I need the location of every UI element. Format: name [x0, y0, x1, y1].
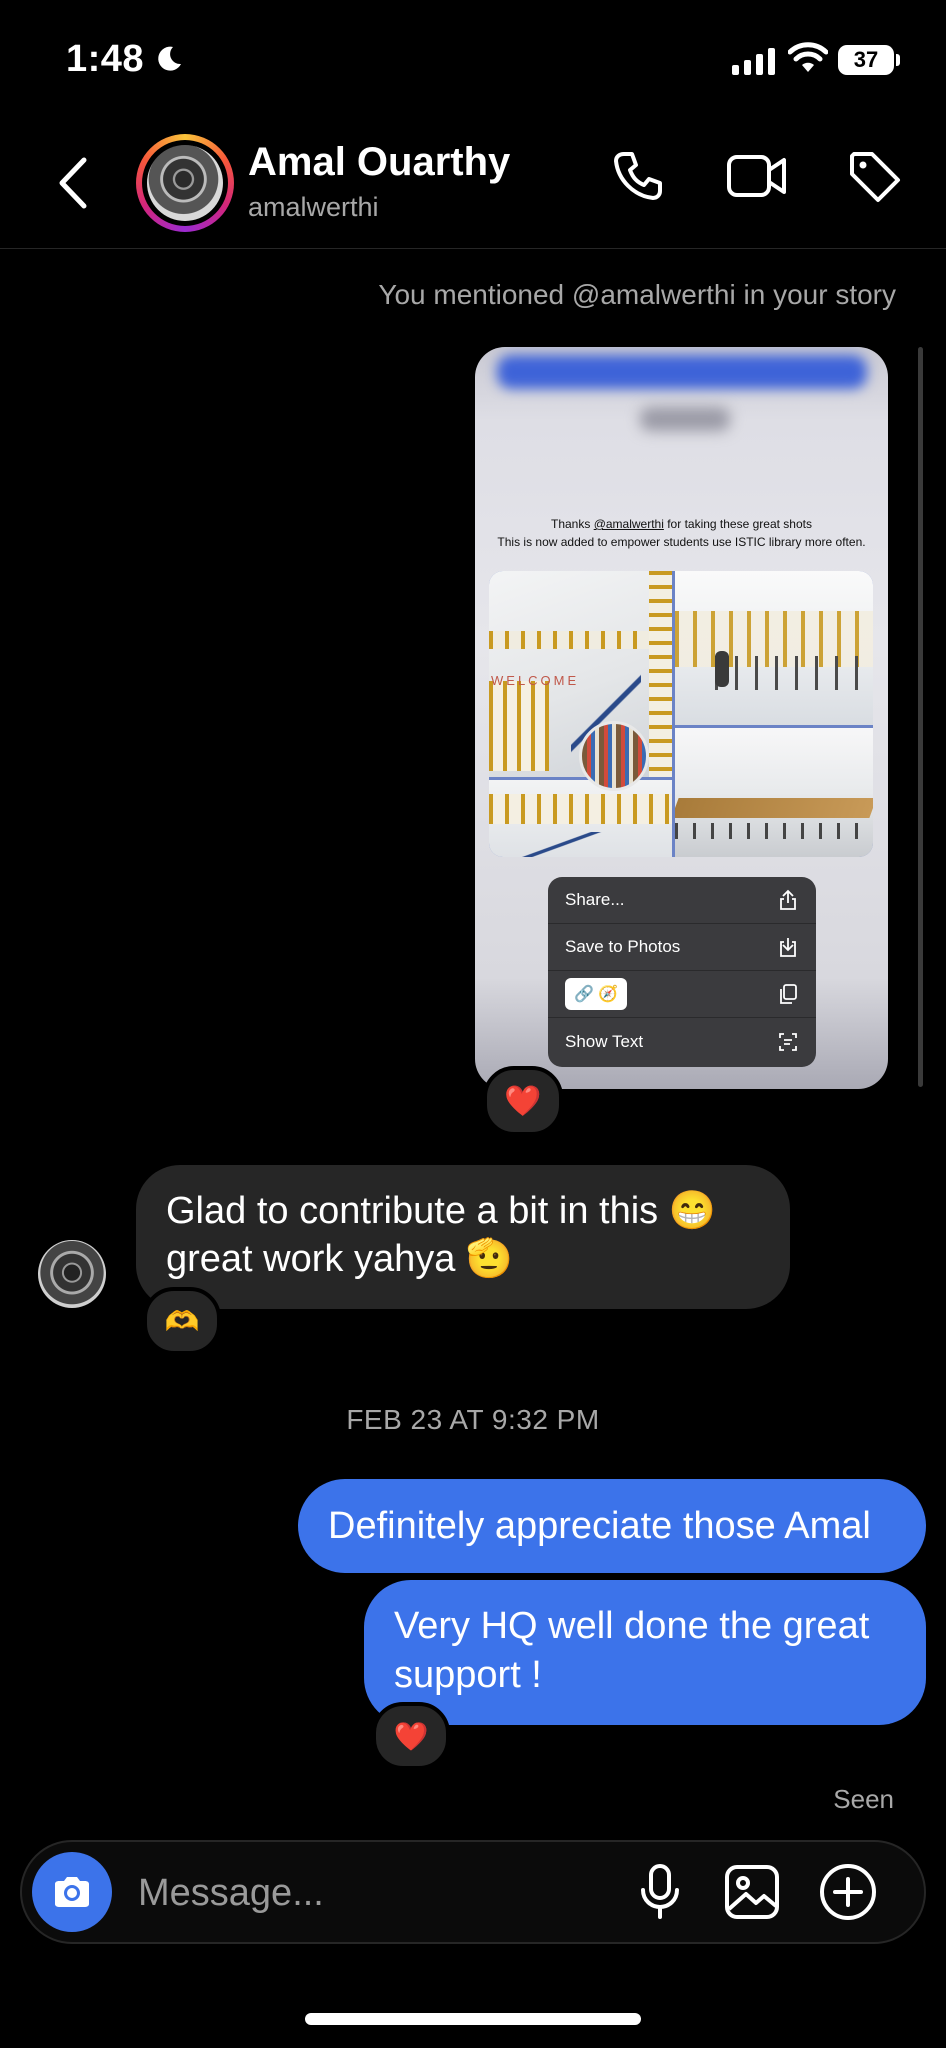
collage-photo-bookshelf — [579, 721, 649, 791]
contact-name[interactable]: Amal Ouarthy — [248, 140, 510, 185]
microphone-icon[interactable] — [636, 1862, 684, 1922]
moon-icon — [158, 46, 181, 71]
message-timestamp: FEB 23 AT 9:32 PM — [346, 1404, 600, 1435]
share-icon — [780, 889, 796, 910]
story-caption: Thanks @amalwerthi for taking these grea… — [475, 515, 888, 551]
menu-share-label: Share... — [565, 890, 625, 909]
incoming-message[interactable]: Glad to contribute a bit in this 😁 great… — [136, 1165, 790, 1309]
wifi-icon — [788, 42, 828, 72]
collage-photo-hallway — [489, 780, 672, 857]
incoming-message-line2: great work yahya 🫡 — [166, 1238, 514, 1280]
context-menu: Share... Save to Photos 🔗 🧭 Show Text — [548, 877, 816, 1067]
incoming-message-line1: Glad to contribute a bit in this 😁 — [166, 1190, 717, 1232]
outgoing-message-2[interactable]: Very HQ well done the great support ! — [364, 1580, 926, 1725]
incoming-reaction[interactable]: 🫶 — [143, 1287, 221, 1355]
story-blurred-header — [497, 355, 867, 389]
menu-save-label: Save to Photos — [565, 937, 681, 956]
menu-item-show-text[interactable]: Show Text — [548, 1018, 816, 1065]
compass-icon: 🧭 — [598, 986, 618, 1003]
scan-text-icon — [779, 1032, 797, 1051]
photo-collage[interactable]: WELCOME — [489, 571, 873, 857]
link-icon: 🔗 — [574, 986, 594, 1003]
camera-button[interactable] — [32, 1852, 112, 1932]
plus-icon[interactable] — [818, 1862, 878, 1922]
tag-icon[interactable] — [846, 148, 904, 206]
status-time: 1:48 — [66, 38, 145, 80]
save-icon — [780, 938, 796, 957]
message-input[interactable] — [136, 1866, 600, 1920]
signal-icon — [732, 48, 775, 75]
phone-icon[interactable] — [610, 148, 666, 204]
copy-icon — [780, 984, 797, 1004]
story-preview[interactable]: Thanks @amalwerthi for taking these grea… — [475, 347, 888, 1089]
seen-status: Seen — [833, 1784, 894, 1814]
menu-item-share[interactable]: Share... — [548, 877, 816, 924]
gallery-icon[interactable] — [724, 1864, 780, 1920]
outgoing-message-1[interactable]: Definitely appreciate those Amal — [298, 1479, 926, 1573]
outgoing-reaction[interactable]: ❤️ — [372, 1702, 450, 1770]
story-mention-notice: You mentioned @amalwerthi in your story — [378, 279, 896, 310]
menu-item-copy[interactable]: 🔗 🧭 — [548, 971, 816, 1018]
battery-tip — [896, 54, 900, 66]
sender-avatar[interactable] — [38, 1240, 106, 1308]
menu-item-save-photos[interactable]: Save to Photos — [548, 924, 816, 971]
camera-icon — [55, 1877, 89, 1907]
avatar[interactable] — [147, 145, 223, 221]
contact-handle[interactable]: amalwerthi — [248, 192, 379, 223]
copy-link-pill[interactable]: 🔗 🧭 — [565, 978, 627, 1010]
video-icon[interactable] — [726, 148, 788, 204]
story-blurred-title — [640, 407, 730, 431]
header-divider — [0, 248, 946, 249]
scrollbar[interactable] — [918, 347, 923, 1087]
collage-photo-reading-room — [675, 571, 873, 725]
story-reaction[interactable]: ❤️ — [483, 1066, 563, 1136]
menu-show-text-label: Show Text — [565, 1031, 644, 1051]
outgoing-message-2-line2: support ! — [394, 1654, 542, 1696]
home-indicator[interactable] — [305, 2013, 641, 2025]
outgoing-message-2-line1: Very HQ well done the great — [394, 1605, 870, 1647]
story-caption-line2: This is now added to empower students us… — [497, 535, 866, 549]
battery-indicator: 37 — [838, 45, 894, 75]
collage-photo-tables — [675, 728, 873, 857]
story-caption-mention: @amalwerthi — [593, 517, 664, 531]
back-icon[interactable] — [56, 156, 92, 210]
